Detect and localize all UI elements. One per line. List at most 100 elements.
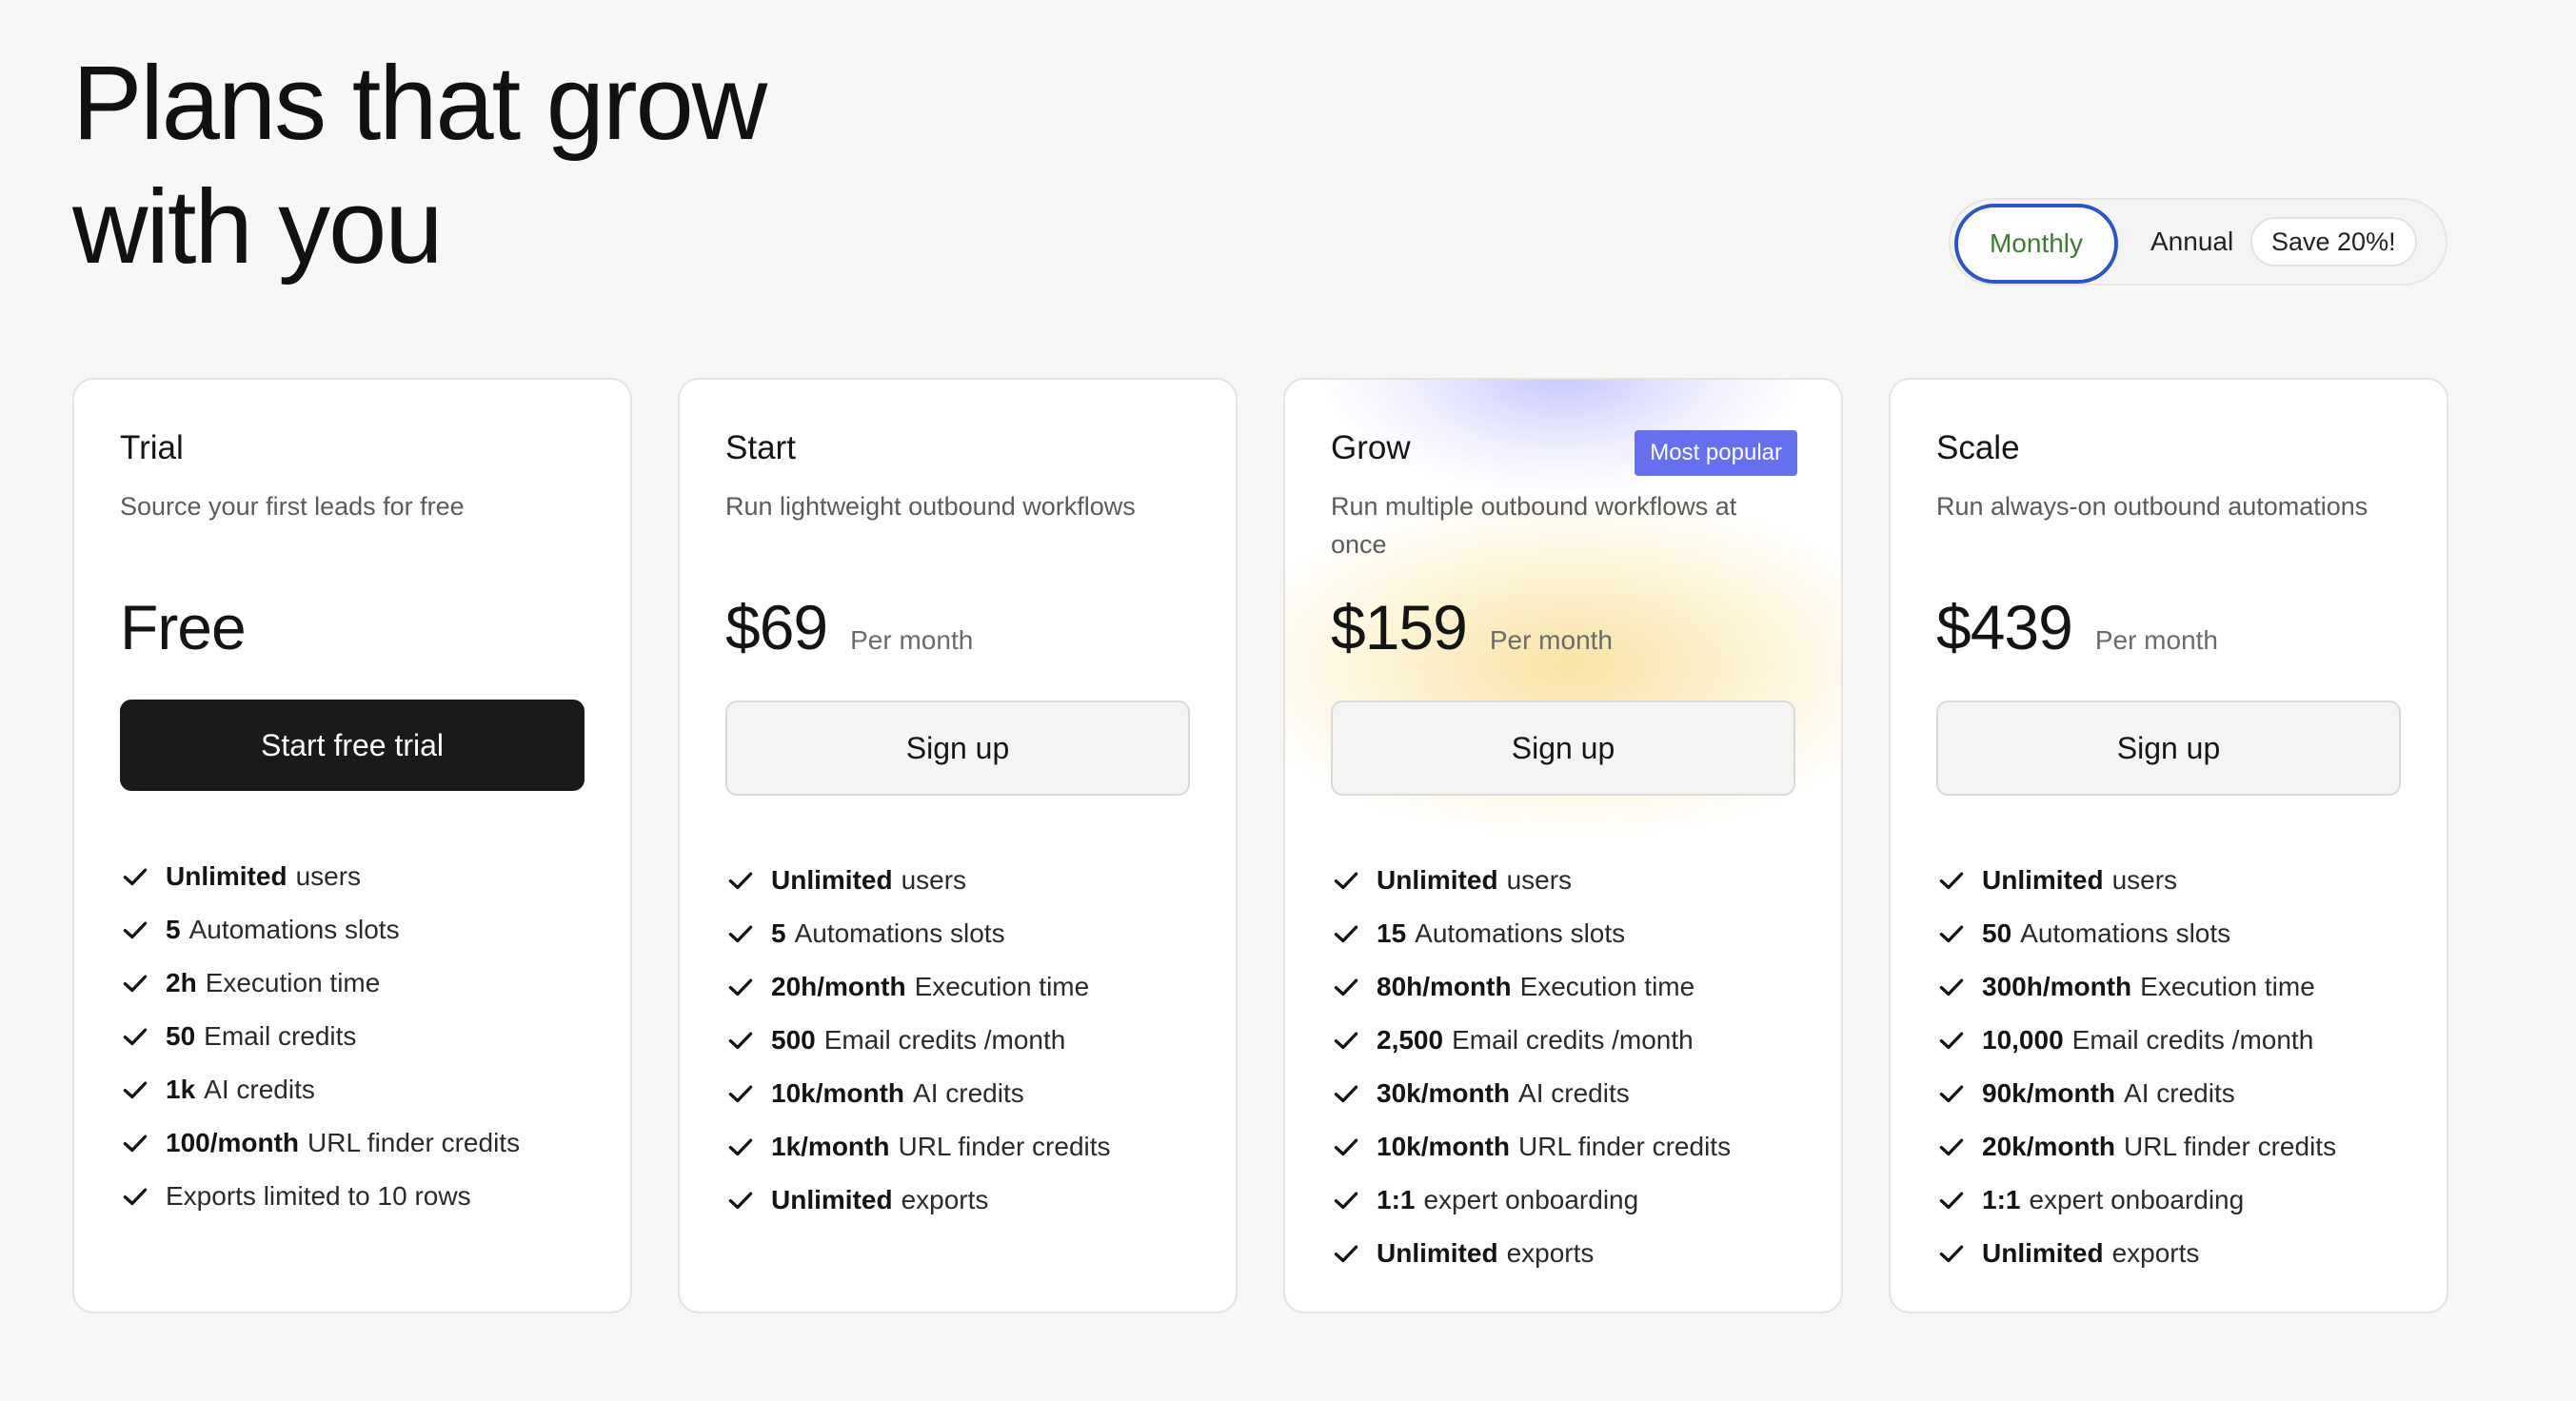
feature-item: Exports limited to 10 rows xyxy=(120,1170,520,1223)
price-row: $439 Per month xyxy=(1936,591,2218,677)
feature-item: 1:1 expert onboarding xyxy=(1936,1174,2336,1227)
feature-list: Unlimited users 15 Automations slots 80h/m… xyxy=(1331,854,1731,1280)
feature-item: 1k AI credits xyxy=(120,1063,520,1116)
feature-item: 30k/month AI credits xyxy=(1331,1067,1731,1120)
start-free-trial-button[interactable]: Start free trial xyxy=(120,700,585,791)
feature-item: 50 Automations slots xyxy=(1936,907,2336,960)
feature-item: 500 Email credits /month xyxy=(725,1014,1111,1067)
feature-item: 80h/month Execution time xyxy=(1331,960,1731,1014)
price-row: $69 Per month xyxy=(725,591,973,677)
check-icon xyxy=(1936,865,1967,896)
feature-item: 300h/month Execution time xyxy=(1936,960,2336,1014)
price-period: Per month xyxy=(1489,625,1613,655)
feature-item: 10,000 Email credits /month xyxy=(1936,1014,2336,1067)
feature-list: Unlimited users 50 Automations slots 300h/… xyxy=(1936,854,2336,1280)
most-popular-badge: Most popular xyxy=(1635,430,1797,476)
feature-item: Unlimited users xyxy=(1331,854,1731,907)
check-icon xyxy=(1936,918,1967,949)
feature-item: Unlimited users xyxy=(1936,854,2336,907)
check-icon xyxy=(725,1185,756,1215)
sign-up-button[interactable]: Sign up xyxy=(725,700,1190,796)
feature-item: 100/month URL finder credits xyxy=(120,1116,520,1170)
page-title-line-2: with you xyxy=(72,168,444,286)
feature-item: Unlimited exports xyxy=(1936,1227,2336,1280)
feature-item: 15 Automations slots xyxy=(1331,907,1731,960)
check-icon xyxy=(1331,1025,1361,1056)
annual-option[interactable]: Annual xyxy=(2150,200,2233,284)
feature-item: Unlimited users xyxy=(120,850,520,903)
plan-name: Scale xyxy=(1936,429,2020,466)
feature-item: 2,500 Email credits /month xyxy=(1331,1014,1731,1067)
feature-item: 20h/month Execution time xyxy=(725,960,1111,1014)
feature-item: 1:1 expert onboarding xyxy=(1331,1174,1731,1227)
billing-period-toggle: Monthly Annual Save 20%! xyxy=(1949,198,2447,286)
plan-description: Run multiple outbound workflows at once xyxy=(1331,492,1737,559)
plan-card-start: Start Run lightweight outbound workflows… xyxy=(678,378,1238,1313)
check-icon xyxy=(725,972,756,1002)
feature-item: 50 Email credits xyxy=(120,1010,520,1063)
check-icon xyxy=(725,1078,756,1109)
feature-item: Unlimited exports xyxy=(1331,1227,1731,1280)
check-icon xyxy=(725,918,756,949)
page-title: Plans that grow with you xyxy=(72,42,767,289)
check-icon xyxy=(120,968,150,998)
plan-price: Free xyxy=(120,592,247,662)
check-icon xyxy=(1331,1132,1361,1162)
feature-list: Unlimited users 5 Automations slots 20h/mo… xyxy=(725,854,1111,1227)
check-icon xyxy=(1936,1238,1967,1269)
monthly-option[interactable]: Monthly xyxy=(1954,204,2118,284)
check-icon xyxy=(1331,1078,1361,1109)
plan-price: $69 xyxy=(725,592,828,662)
check-icon xyxy=(1936,1132,1967,1162)
sign-up-button[interactable]: Sign up xyxy=(1331,700,1795,796)
plan-description: Source your first leads for free xyxy=(120,492,465,521)
check-icon xyxy=(1936,1078,1967,1109)
plan-description: Run lightweight outbound workflows xyxy=(725,492,1136,521)
plan-name: Grow xyxy=(1331,429,1411,466)
check-icon xyxy=(120,915,150,945)
check-icon xyxy=(120,1075,150,1105)
check-icon xyxy=(1331,972,1361,1002)
check-icon xyxy=(1331,1238,1361,1269)
plan-card-trial: Trial Source your first leads for free F… xyxy=(72,378,632,1313)
check-icon xyxy=(1331,865,1361,896)
plan-card-grow: Grow Most popular Run multiple outbound … xyxy=(1283,378,1843,1313)
feature-item: 10k/month AI credits xyxy=(725,1067,1111,1120)
plan-name: Start xyxy=(725,429,796,466)
price-row: Free xyxy=(120,591,247,677)
check-icon xyxy=(725,1132,756,1162)
sign-up-button[interactable]: Sign up xyxy=(1936,700,2401,796)
check-icon xyxy=(1331,1185,1361,1215)
page-title-line-1: Plans that grow xyxy=(72,45,767,162)
pricing-page: Plans that grow with you Monthly Annual … xyxy=(0,0,2576,1401)
price-period: Per month xyxy=(2094,625,2218,655)
feature-item: 10k/month URL finder credits xyxy=(1331,1120,1731,1174)
feature-item: Unlimited exports xyxy=(725,1174,1111,1227)
check-icon xyxy=(120,1021,150,1052)
feature-item: 90k/month AI credits xyxy=(1936,1067,2336,1120)
check-icon xyxy=(120,1128,150,1158)
check-icon xyxy=(1936,972,1967,1002)
check-icon xyxy=(725,1025,756,1056)
plan-card-scale: Scale Run always-on outbound automations… xyxy=(1889,378,2448,1313)
check-icon xyxy=(120,1181,150,1212)
plan-description: Run always-on outbound automations xyxy=(1936,492,2368,521)
check-icon xyxy=(725,865,756,896)
plan-name: Trial xyxy=(120,429,184,466)
feature-item: 5 Automations slots xyxy=(120,903,520,957)
price-period: Per month xyxy=(850,625,974,655)
check-icon xyxy=(1936,1185,1967,1215)
feature-item: 5 Automations slots xyxy=(725,907,1111,960)
plan-price: $439 xyxy=(1936,592,2073,662)
check-icon xyxy=(120,861,150,892)
check-icon xyxy=(1331,918,1361,949)
save-percent-badge[interactable]: Save 20%! xyxy=(2250,217,2417,266)
feature-item: 2h Execution time xyxy=(120,957,520,1010)
check-icon xyxy=(1936,1025,1967,1056)
feature-list: Unlimited users 5 Automations slots 2h Exec… xyxy=(120,850,520,1223)
price-row: $159 Per month xyxy=(1331,591,1613,677)
feature-item: Unlimited users xyxy=(725,854,1111,907)
plan-price: $159 xyxy=(1331,592,1468,662)
feature-item: 20k/month URL finder credits xyxy=(1936,1120,2336,1174)
feature-item: 1k/month URL finder credits xyxy=(725,1120,1111,1174)
